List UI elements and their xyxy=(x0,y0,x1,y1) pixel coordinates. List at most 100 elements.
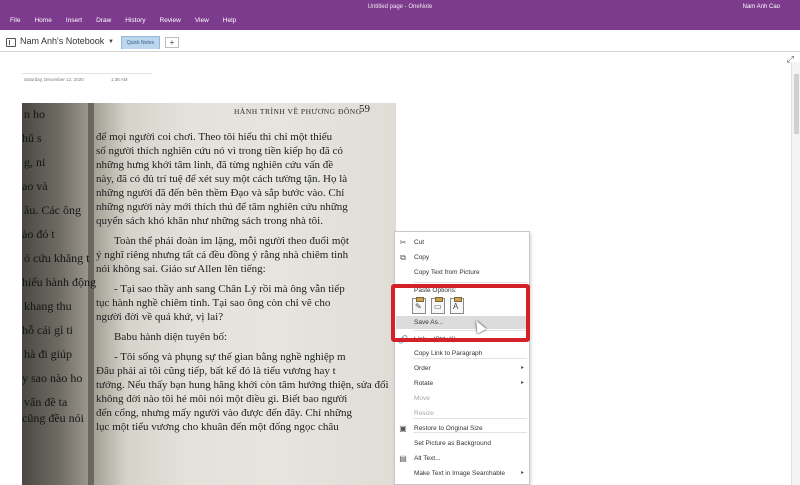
menu-item-rotate[interactable]: Rotate ▸ xyxy=(395,377,529,391)
book-left-fragment: hỗ cái gì ti xyxy=(22,323,73,337)
menu-item-make-text-searchable[interactable]: Make Text in Image Searchable ▸ xyxy=(395,467,529,481)
menu-item-set-picture-as-background[interactable]: Set Picture as Background xyxy=(395,437,529,451)
menu-item-label: Copy Link to Paragraph xyxy=(414,350,483,357)
user-name[interactable]: Nam Anh Cao xyxy=(743,4,780,10)
menu-history[interactable]: History xyxy=(118,17,152,24)
menu-separator xyxy=(413,432,527,433)
ribbon-tabs: File Home Insert Draw History Review Vie… xyxy=(0,17,243,24)
menu-draw[interactable]: Draw xyxy=(89,17,118,24)
menu-separator xyxy=(413,358,527,359)
book-left-fragment: hũ s xyxy=(22,131,42,145)
book-text-line: này, đã có đủ trí tuệ để xét suy một các… xyxy=(96,173,348,185)
book-text-line: lục một tiểu vương cho khuân đến một đốn… xyxy=(96,421,339,433)
book-text-line: người đời về quá khứ, vị lai? xyxy=(96,311,224,323)
book-left-fragment: hà đi giúp xyxy=(24,347,72,361)
chevron-down-icon[interactable]: ▼ xyxy=(108,39,114,45)
menu-item-label: Rotate xyxy=(414,380,434,387)
menu-item-label: Set Picture as Background xyxy=(414,440,491,447)
menu-item-restore-original-size[interactable]: ▣ Restore to Original Size xyxy=(395,422,529,436)
book-spine-shadow xyxy=(88,103,94,485)
book-text-line: ý nghĩ riêng nhưng tất cả đều đồng ý rằn… xyxy=(96,249,349,261)
add-section-button[interactable]: + xyxy=(165,37,179,48)
menu-insert[interactable]: Insert xyxy=(59,17,89,24)
menu-item-order[interactable]: Order ▸ xyxy=(395,362,529,376)
menu-item-label: Resize xyxy=(414,410,434,417)
submenu-arrow-icon: ▸ xyxy=(520,380,524,386)
menu-item-copy[interactable]: ⧉ Copy xyxy=(395,251,529,265)
book-left-fragment: vấn đề ta xyxy=(24,395,68,409)
menu-file[interactable]: File xyxy=(0,17,27,24)
menu-view[interactable]: View xyxy=(188,17,216,24)
title-underline xyxy=(22,73,152,74)
menu-item-label: Order xyxy=(414,365,431,372)
rotate-icon xyxy=(398,379,408,389)
book-text-line: không đời nào tôi hé môi nói một điều gì… xyxy=(96,393,348,405)
menu-item-label: Copy xyxy=(414,254,430,261)
context-menu: Paste Options: ✎ ▭ A ✂ Cut ⧉ Copy Copy Text … xyxy=(394,231,530,485)
book-text-line: tục hành nghề chiêm tinh. Tại sao ông cò… xyxy=(96,297,331,309)
book-text-line: quyển sách khó khăn như những sách trong… xyxy=(96,215,323,227)
title-bar: Untitled page - OneNote Nam Anh Cao File… xyxy=(0,0,800,30)
book-running-header: HÀNH TRÌNH VỀ PHƯƠNG ĐÔNG xyxy=(234,107,362,116)
notebook-name[interactable]: Nam Anh's Notebook xyxy=(20,36,104,46)
window-title: Untitled page - OneNote xyxy=(367,4,433,10)
book-left-fragment: cũng đều nói xyxy=(22,411,84,425)
menu-item-label: Make Text in Image Searchable xyxy=(414,470,505,477)
notebook-icon[interactable] xyxy=(6,38,16,47)
menu-item-alt-text[interactable]: ▤ Alt Text... xyxy=(395,452,529,466)
book-text-line: Toàn thể phái đoàn im lặng, mỗi người th… xyxy=(114,235,349,247)
book-left-fragment: khang thu xyxy=(24,299,72,313)
make-text-searchable-icon xyxy=(398,469,408,479)
order-icon xyxy=(398,364,408,374)
book-left-fragment: y sao nào ho xyxy=(22,371,83,385)
menu-separator xyxy=(413,418,527,419)
annotation-highlight-box xyxy=(391,284,530,342)
menu-item-copy-text-from-picture[interactable]: Copy Text from Picture xyxy=(395,266,529,280)
book-text-line: những người đã đến bên thềm Đạo và sắp b… xyxy=(96,187,345,199)
book-text-line: đến cổng, nhưng mấy người vào được đến đ… xyxy=(96,407,352,419)
book-text-line: để mọi người coi chơi. Theo tôi hiểu thì… xyxy=(96,131,333,143)
book-text-line: nói không sai. Giáo sư Allen lên tiếng: xyxy=(96,263,266,275)
menu-item-label: Move xyxy=(414,395,430,402)
menu-item-label: Alt Text... xyxy=(414,455,441,462)
tab-quick-notes[interactable]: Quick Notes xyxy=(121,36,160,49)
book-left-fragment: ao và xyxy=(22,179,48,193)
cut-icon: ✂ xyxy=(399,238,407,247)
book-page-number: 59 xyxy=(359,103,370,115)
book-left-fragment: n ho xyxy=(24,107,45,121)
menu-item-label: Cut xyxy=(414,239,425,246)
book-left-fragment: âu. Các ông xyxy=(24,203,81,217)
menu-home[interactable]: Home xyxy=(27,17,58,24)
menu-item-label: Copy Text from Picture xyxy=(414,269,480,276)
book-text-line: Babu hành diện tuyên bố: xyxy=(114,331,228,343)
book-text-line: - Tại sao thầy anh sang Chân Lý rồi mà ô… xyxy=(114,283,345,295)
menu-help[interactable]: Help xyxy=(216,17,243,24)
alt-text-icon: ▤ xyxy=(399,454,407,463)
page-time: 1:36 AM xyxy=(111,77,128,82)
copy-link-to-paragraph-icon xyxy=(398,349,408,359)
menu-item-cut[interactable]: ✂ Cut xyxy=(395,236,529,250)
submenu-arrow-icon: ▸ xyxy=(520,470,524,476)
book-text-line: những hưng khởi tâm linh, đã từng nghiên… xyxy=(96,159,334,171)
set-picture-as-background-icon xyxy=(398,439,408,449)
book-text-line: Đâu phải ai tôi cũng tiếp, bất kể đó là … xyxy=(96,365,336,377)
book-text-line: tướng. Nếu thấy bạn hung hăng khởi còn t… xyxy=(96,379,389,391)
book-text-line: những người này mới thích thú để tâm ngh… xyxy=(96,201,348,213)
book-left-fragment: ó cứu khăng t xyxy=(24,251,90,265)
page-date: Saturday, December 12, 2020 xyxy=(24,77,84,82)
menu-review[interactable]: Review xyxy=(153,17,188,24)
menu-item-label: Restore to Original Size xyxy=(414,425,483,432)
copy-text-from-picture-icon xyxy=(398,268,408,278)
notebook-bar: Nam Anh's Notebook ▼ Quick Notes + xyxy=(0,30,800,52)
book-page-picture[interactable]: HÀNH TRÌNH VỀ PHƯƠNG ĐÔNG 59 để mọi ngườ… xyxy=(22,103,396,485)
menu-item-move[interactable]: Move xyxy=(395,392,529,406)
copy-icon: ⧉ xyxy=(400,253,406,262)
scrollbar-thumb[interactable] xyxy=(794,74,799,134)
book-text-line: - Tôi sống và phụng sự thế gian bằng ngh… xyxy=(114,351,346,363)
book-left-fragment: ào đó t xyxy=(22,227,55,241)
book-left-fragment: g, ni xyxy=(24,155,46,169)
menu-separator xyxy=(413,282,527,283)
vertical-scrollbar[interactable] xyxy=(791,62,800,485)
submenu-arrow-icon: ▸ xyxy=(520,365,524,371)
resize-icon xyxy=(398,409,408,419)
